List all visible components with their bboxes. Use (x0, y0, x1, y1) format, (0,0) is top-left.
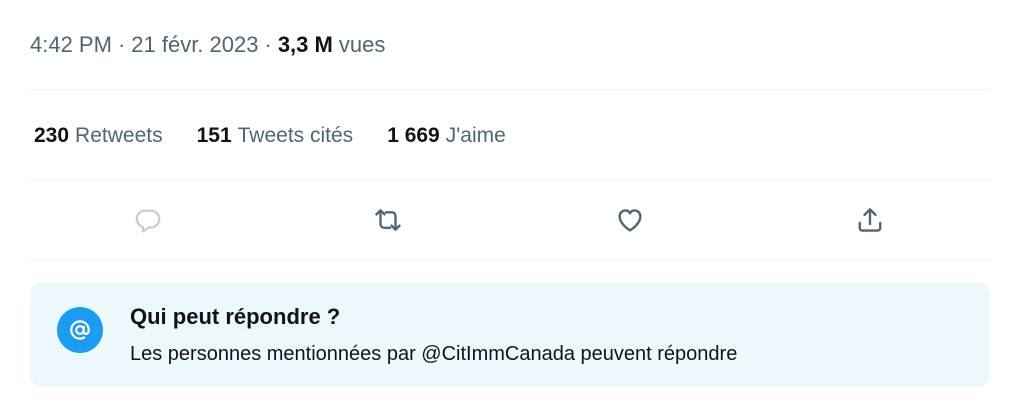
reply-button[interactable] (128, 200, 168, 240)
reply-icon (133, 205, 163, 235)
retweet-button[interactable] (368, 200, 408, 240)
share-button[interactable] (850, 200, 890, 240)
heart-icon (615, 205, 645, 235)
at-sign-icon (57, 307, 103, 353)
views-label: vues (338, 32, 386, 57)
quote-tweets-count: 151 (196, 124, 232, 147)
share-icon (855, 205, 885, 235)
views-count: 3,3 M (277, 32, 333, 57)
quote-tweets-label: Tweets cités (237, 124, 354, 147)
tweet-actions (30, 196, 990, 244)
who-can-reply-title: Qui peut répondre ? (130, 304, 341, 329)
retweets-label: Retweets (75, 124, 163, 147)
tweet-stats: 230 Retweets 151 Tweets cités 1 669 J'ai… (34, 118, 540, 154)
quote-tweets-stat-link[interactable]: 151 Tweets cités (197, 124, 354, 148)
meta-separator: · (264, 32, 272, 57)
retweets-stat-link[interactable]: 230 Retweets (34, 124, 163, 148)
meta-separator: · (117, 32, 126, 57)
likes-stat-link[interactable]: 1 669 J'aime (387, 124, 506, 148)
retweets-count: 230 (34, 124, 70, 147)
divider (30, 89, 990, 90)
divider (30, 179, 990, 180)
likes-count: 1 669 (387, 124, 440, 147)
likes-label: J'aime (445, 124, 506, 147)
who-can-reply-description: Les personnes mentionnées par @CitImmCan… (130, 343, 738, 365)
tweet-date-link[interactable]: 21 févr. 2023 (131, 32, 258, 58)
divider (30, 259, 990, 260)
like-button[interactable] (610, 200, 650, 240)
tweet-time-link[interactable]: 4:42 PM (30, 32, 112, 58)
retweet-icon (373, 205, 403, 235)
tweet-meta: 4:42 PM · 21 févr. 2023 · 3,3 M vues (30, 28, 385, 62)
who-can-reply-card: Qui peut répondre ? Les personnes mentio… (30, 282, 990, 387)
